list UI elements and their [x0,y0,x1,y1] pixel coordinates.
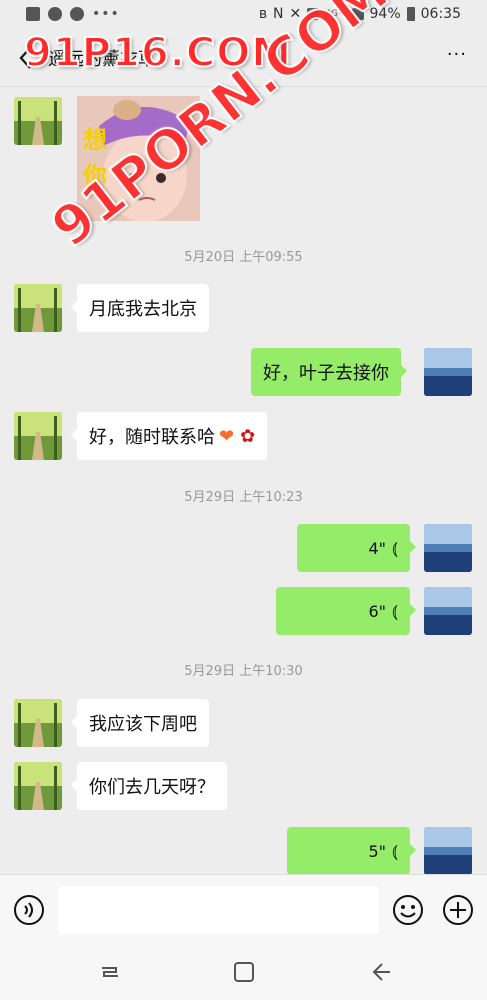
weather-icon [48,7,62,21]
received-message[interactable]: 好，随时联系哈 ❤ ✿ [70,412,268,460]
status-bar: ••• ʙ N ✕ 4G+ 94% 06:35 [0,0,487,30]
sent-message[interactable]: 好，叶子去接你 [251,348,407,396]
rose-icon: ✿ [240,425,256,447]
my-avatar[interactable] [424,348,472,396]
heart-icon: ❤ [219,425,235,447]
more-icon[interactable]: ··· [447,44,467,65]
status-left: ••• [26,6,120,22]
nav-back-icon[interactable] [366,958,394,986]
voice-duration: 6" [368,601,386,621]
message-text: 你们去几天呀？ [89,777,215,798]
message-text: 我应该下周吧 [89,714,197,735]
gallery-icon [26,7,40,21]
battery-icon [406,7,415,21]
voice-toggle-icon[interactable] [13,894,45,926]
voice-wave-icon: ⦅ [392,840,398,862]
voice-wave-icon: ⦅ [392,537,398,559]
timestamp: 5月29日 上午10:23 [184,490,303,505]
sticker-text-1: 想 [83,126,107,154]
voice-wave-icon: ⦅ [392,600,398,622]
my-avatar[interactable] [424,587,472,635]
contact-avatar[interactable] [14,97,62,145]
contact-avatar[interactable] [14,762,62,810]
message-input[interactable] [58,886,379,934]
my-avatar[interactable] [424,827,472,874]
received-message[interactable]: 你们去几天呀？ [71,762,227,810]
voice-message[interactable]: 4" ⦅ [297,524,416,572]
voice-duration: 4" [368,538,386,558]
contact-avatar[interactable] [14,699,62,747]
contact-avatar[interactable] [14,412,62,460]
voice-duration: 5" [368,841,386,861]
emoji-icon[interactable] [392,894,424,926]
location-icon [70,7,84,21]
recents-icon[interactable] [96,958,124,986]
timestamp: 5月29日 上午10:30 [184,664,303,679]
more-notifications-icon: ••• [92,6,120,22]
clock: 06:35 [420,6,461,22]
message-text: 月底我去北京 [89,299,197,320]
received-message[interactable]: 我应该下周吧 [71,699,209,747]
message-text: 好，随时联系哈 [89,427,215,448]
voice-message[interactable]: 5" ⦅ [287,827,416,874]
received-message[interactable]: 月底我去北京 [71,284,209,332]
message-text: 好，叶子去接你 [263,363,389,384]
home-icon[interactable] [230,958,258,986]
bluetooth-icon: ʙ [258,6,268,22]
input-bar [0,874,487,945]
plus-icon[interactable] [442,894,474,926]
contact-avatar[interactable] [14,284,62,332]
system-navbar [0,944,487,1000]
voice-message[interactable]: 6" ⦅ [276,587,416,635]
my-avatar[interactable] [424,524,472,572]
